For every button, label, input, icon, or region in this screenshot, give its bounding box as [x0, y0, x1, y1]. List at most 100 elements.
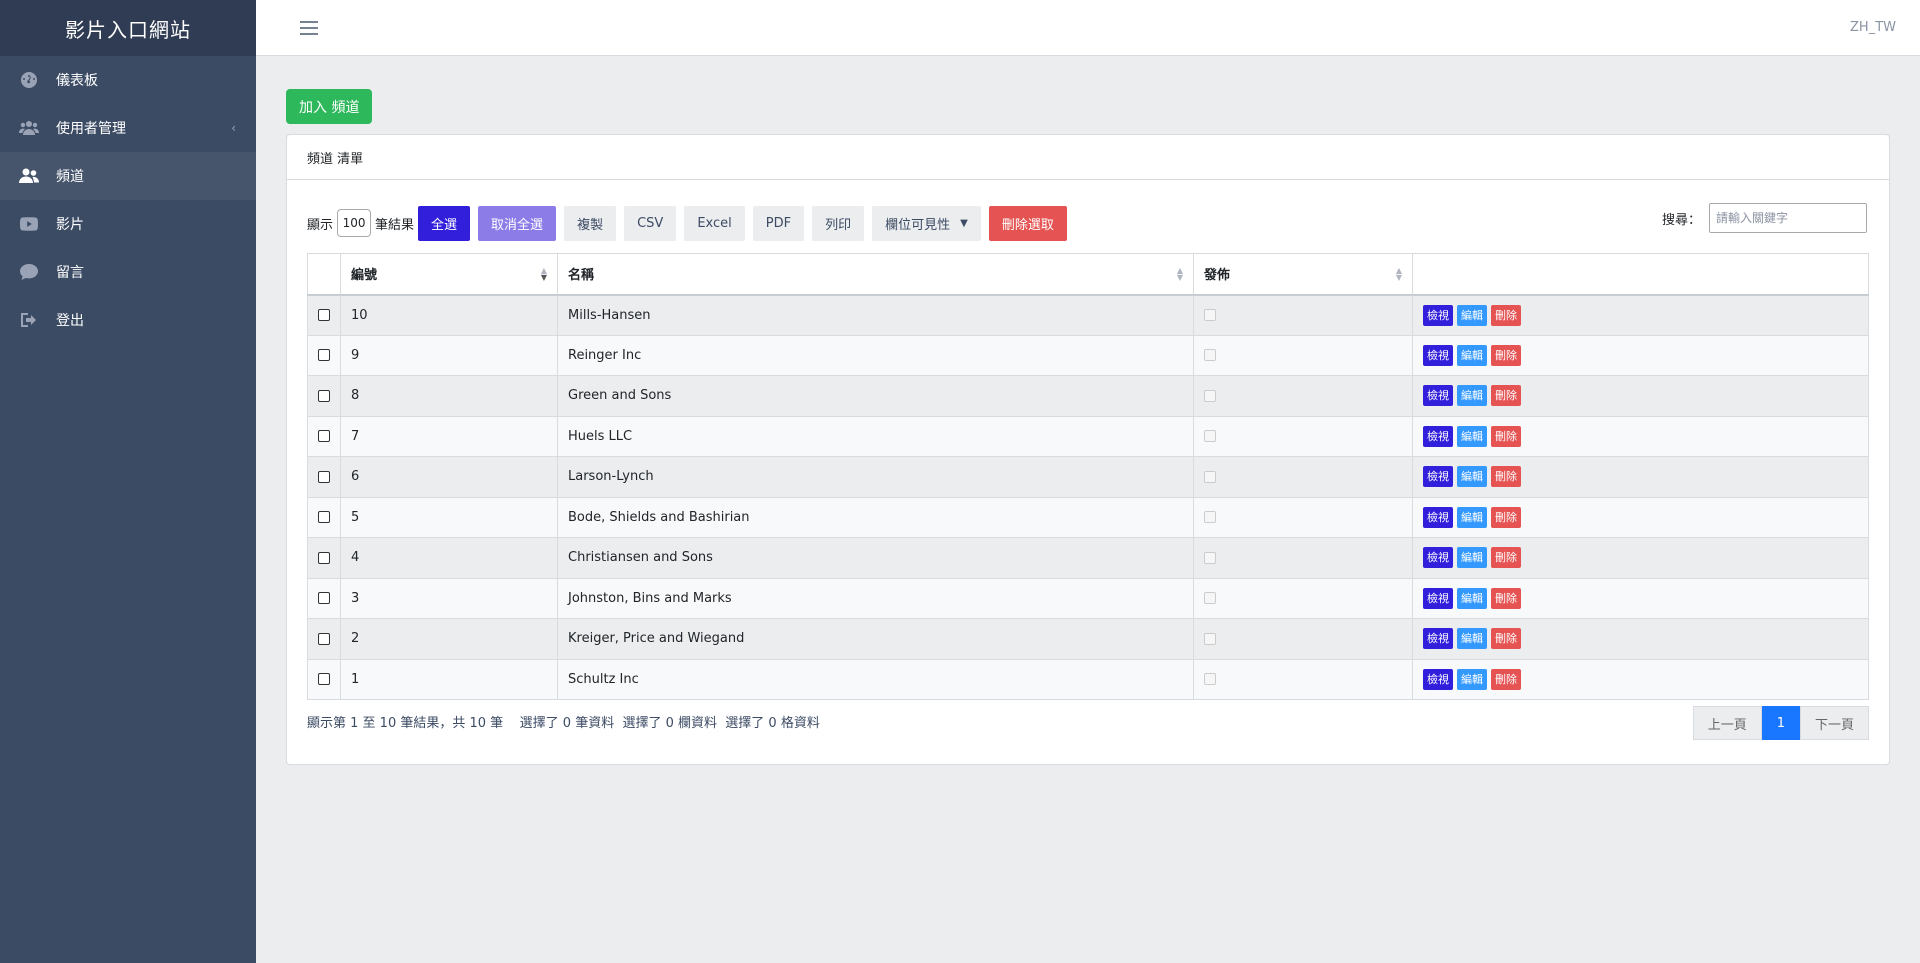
row-select-cell	[307, 375, 341, 417]
table-row[interactable]: 9 Reinger Inc 檢視 編輯 刪除	[307, 334, 1869, 376]
row-checkbox[interactable]	[318, 511, 330, 524]
row-id: 10	[340, 294, 558, 336]
row-id: 3	[340, 577, 558, 619]
table-row[interactable]: 6 Larson-Lynch 檢視 編輯 刪除	[307, 456, 1869, 498]
view-button[interactable]: 檢視	[1423, 466, 1453, 488]
view-button[interactable]: 檢視	[1423, 344, 1453, 366]
column-header-label: 編號	[351, 268, 378, 284]
next-page-button[interactable]: 下一頁	[1799, 706, 1869, 740]
view-button[interactable]: 檢視	[1423, 385, 1453, 407]
view-button[interactable]: 檢視	[1423, 425, 1453, 447]
column-header-id[interactable]: 編號 ▲ ▼	[340, 253, 558, 296]
add-channel-button[interactable]: 加入 頻道	[286, 89, 373, 124]
edit-button[interactable]: 編輯	[1457, 344, 1487, 366]
row-checkbox[interactable]	[318, 389, 330, 402]
search-input[interactable]	[1709, 203, 1867, 233]
row-name: Green and Sons	[557, 375, 1194, 417]
edit-button[interactable]: 編輯	[1457, 506, 1487, 528]
row-name: Kreiger, Price and Wiegand	[557, 618, 1194, 660]
view-button[interactable]: 檢視	[1423, 506, 1453, 528]
deselect-all-button[interactable]: 取消全選	[478, 205, 557, 241]
sidebar-item-channels[interactable]: 頻道	[0, 152, 256, 200]
sidebar-item-logout[interactable]: 登出	[0, 296, 256, 344]
row-checkbox[interactable]	[318, 592, 330, 605]
locale-label[interactable]: ZH_TW	[1850, 20, 1896, 35]
brand-title[interactable]: 影片入口網站	[0, 0, 256, 56]
delete-button[interactable]: 刪除	[1491, 304, 1521, 326]
edit-button[interactable]: 編輯	[1457, 628, 1487, 650]
row-published	[1193, 415, 1413, 457]
table-row[interactable]: 10 Mills-Hansen 檢視 編輯 刪除	[307, 294, 1869, 336]
delete-button[interactable]: 刪除	[1491, 587, 1521, 609]
csv-button[interactable]: CSV	[624, 205, 677, 241]
excel-button[interactable]: Excel	[684, 205, 745, 241]
users-icon	[18, 117, 40, 139]
table-row[interactable]: 8 Green and Sons 檢視 編輯 刪除	[307, 375, 1869, 417]
delete-button[interactable]: 刪除	[1491, 466, 1521, 488]
row-checkbox[interactable]	[318, 632, 330, 645]
sidebar-item-videos[interactable]: 影片	[0, 200, 256, 248]
page-length-select[interactable]: 100	[337, 209, 372, 237]
view-button[interactable]: 檢視	[1423, 547, 1453, 569]
row-actions: 檢視 編輯 刪除	[1412, 618, 1869, 660]
view-button[interactable]: 檢視	[1423, 587, 1453, 609]
row-checkbox[interactable]	[318, 349, 330, 362]
logout-icon	[18, 309, 40, 331]
column-visibility-button[interactable]: 欄位可見性 ▼	[872, 205, 981, 241]
delete-button[interactable]: 刪除	[1491, 506, 1521, 528]
copy-button[interactable]: 複製	[564, 205, 617, 241]
table-row[interactable]: 7 Huels LLC 檢視 編輯 刪除	[307, 415, 1869, 457]
row-checkbox[interactable]	[318, 309, 330, 321]
edit-button[interactable]: 編輯	[1457, 304, 1487, 326]
edit-button[interactable]: 編輯	[1457, 547, 1487, 569]
delete-button[interactable]: 刪除	[1491, 668, 1521, 690]
table-row[interactable]: 2 Kreiger, Price and Wiegand 檢視 編輯 刪除	[307, 618, 1869, 660]
delete-button[interactable]: 刪除	[1491, 344, 1521, 366]
delete-button[interactable]: 刪除	[1491, 425, 1521, 447]
table-row[interactable]: 5 Bode, Shields and Bashirian 檢視 編輯 刪除	[307, 496, 1869, 538]
row-checkbox[interactable]	[318, 430, 330, 443]
sidebar-item-comments[interactable]: 留言	[0, 248, 256, 296]
edit-button[interactable]: 編輯	[1457, 587, 1487, 609]
table-row[interactable]: 4 Christiansen and Sons 檢視 編輯 刪除	[307, 537, 1869, 579]
card-title: 頻道 清單	[287, 135, 1889, 180]
column-visibility-label: 欄位可見性	[885, 217, 951, 233]
table-body: 10 Mills-Hansen 檢視 編輯 刪除 9 Reinger Inc 檢視 編輯 刪除 8 G…	[307, 294, 1869, 700]
row-actions: 檢視 編輯 刪除	[1412, 577, 1869, 619]
view-button[interactable]: 檢視	[1423, 628, 1453, 650]
view-button[interactable]: 檢視	[1423, 304, 1453, 326]
current-page-button[interactable]: 1	[1761, 706, 1800, 740]
row-actions: 檢視 編輯 刪除	[1412, 537, 1869, 579]
delete-button[interactable]: 刪除	[1491, 547, 1521, 569]
edit-button[interactable]: 編輯	[1457, 385, 1487, 407]
delete-button[interactable]: 刪除	[1491, 628, 1521, 650]
row-select-cell	[307, 415, 341, 457]
edit-button[interactable]: 編輯	[1457, 466, 1487, 488]
table-row[interactable]: 1 Schultz Inc 檢視 編輯 刪除	[307, 658, 1869, 700]
delete-selected-button[interactable]: 刪除選取	[988, 205, 1067, 241]
prev-page-button[interactable]: 上一頁	[1692, 706, 1762, 740]
column-header-actions	[1412, 253, 1869, 296]
published-checkbox	[1204, 389, 1216, 402]
delete-button[interactable]: 刪除	[1491, 385, 1521, 407]
row-id: 6	[340, 456, 558, 498]
table-row[interactable]: 3 Johnston, Bins and Marks 檢視 編輯 刪除	[307, 577, 1869, 619]
row-checkbox[interactable]	[318, 551, 330, 564]
pdf-button[interactable]: PDF	[752, 205, 805, 241]
view-button[interactable]: 檢視	[1423, 668, 1453, 690]
select-all-button[interactable]: 全選	[418, 205, 471, 241]
edit-button[interactable]: 編輯	[1457, 668, 1487, 690]
sidebar-item-user-management[interactable]: 使用者管理 ‹	[0, 104, 256, 152]
sidebar-item-dashboard[interactable]: 儀表板	[0, 56, 256, 104]
edit-button[interactable]: 編輯	[1457, 425, 1487, 447]
row-published	[1193, 537, 1413, 579]
row-id: 9	[340, 334, 558, 376]
print-button[interactable]: 列印	[812, 205, 865, 241]
table-header-row: 編號 ▲ ▼ 名稱 ▲ ▼ 發佈 ▲ ▼	[307, 253, 1869, 296]
row-select-cell	[307, 496, 341, 538]
hamburger-icon[interactable]	[300, 16, 318, 40]
column-header-published[interactable]: 發佈 ▲ ▼	[1193, 253, 1413, 296]
column-header-name[interactable]: 名稱 ▲ ▼	[557, 253, 1194, 296]
row-checkbox[interactable]	[318, 673, 330, 686]
row-checkbox[interactable]	[318, 470, 330, 483]
